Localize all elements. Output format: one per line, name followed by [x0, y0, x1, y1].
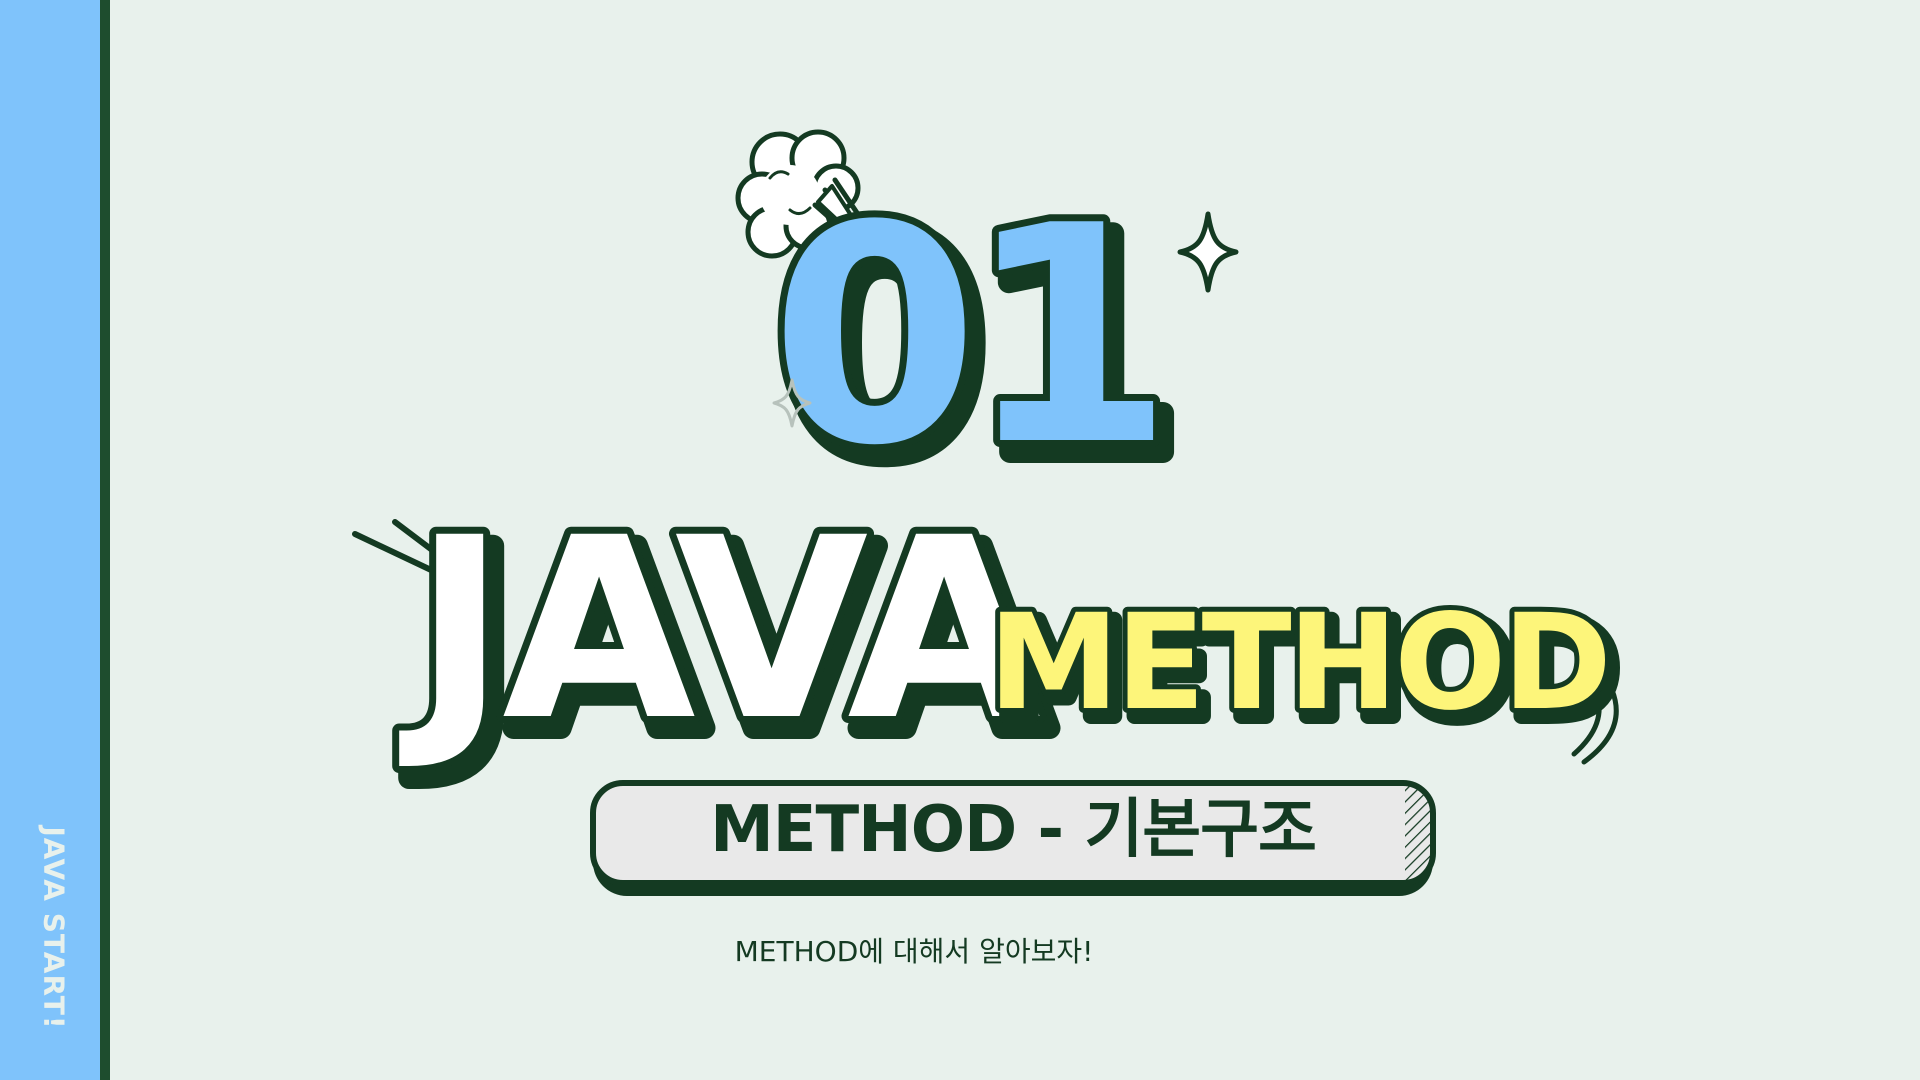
slide-page: JAVA START! 01 01 JAVA JAVA METHOD METHO… — [0, 0, 1920, 1080]
caption: METHOD에 대해서 알아보자! — [0, 930, 1920, 970]
caption-text: METHOD에 대해서 알아보자! — [734, 935, 1094, 968]
big-number-group: 01 01 — [763, 155, 1194, 534]
title-main-group: JAVA JAVA — [391, 477, 1065, 798]
title-accent-group: METHOD METHOD — [983, 581, 1627, 756]
big-number: 01 — [770, 162, 1159, 511]
subtitle-banner: METHOD - 기본구조 — [590, 780, 1436, 896]
banner-hatch-accent — [1405, 786, 1431, 881]
slide-artwork: 01 01 JAVA JAVA METHOD METHOD METHOD - 기… — [352, 129, 1627, 896]
sparkle-star-large-icon — [1177, 211, 1239, 293]
title-accent: METHOD — [988, 586, 1608, 740]
subtitle-text: METHOD - 기본구조 — [710, 793, 1316, 867]
title-main: JAVA — [398, 484, 1040, 775]
